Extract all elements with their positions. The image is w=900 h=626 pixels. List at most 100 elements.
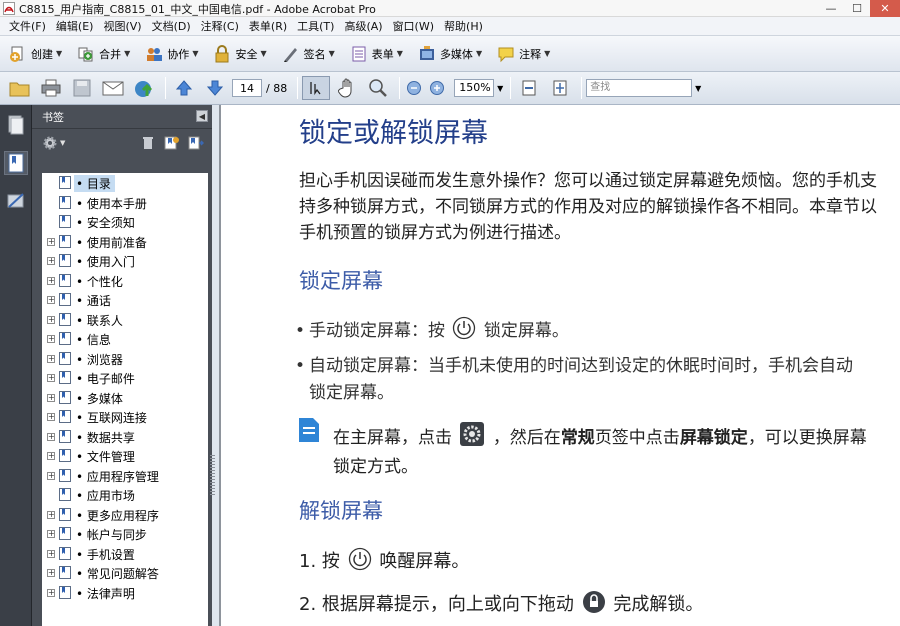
bookmark-item[interactable]: + • 文件管理 (42, 446, 208, 466)
chevron-left-icon: ◀ (198, 111, 206, 121)
close-button[interactable]: ✕ (870, 0, 900, 17)
expand-toggle-icon[interactable]: + (47, 374, 55, 382)
bookmark-item[interactable]: + • 使用入门 (42, 251, 208, 271)
collapse-panel-button[interactable]: ◀ (196, 110, 208, 122)
bookmark-item[interactable]: • 安全须知 (42, 212, 208, 232)
select-tool-button[interactable] (302, 76, 331, 100)
expand-toggle-icon[interactable]: + (47, 588, 55, 597)
expand-toggle-icon[interactable]: + (47, 432, 55, 441)
next-page-button[interactable] (201, 76, 229, 100)
bookmark-item[interactable]: + • 个性化 (42, 271, 208, 291)
bookmark-item[interactable]: + • 联系人 (42, 310, 208, 330)
multimedia-button[interactable]: 多媒体 ▼ (413, 40, 486, 68)
expand-toggle-icon[interactable]: + (47, 335, 55, 343)
bookmark-item[interactable]: • 目录 (42, 173, 208, 193)
bookmark-item[interactable]: + • 帐户与同步 (42, 524, 208, 544)
fit-page-button[interactable] (546, 76, 574, 100)
folder-icon (9, 82, 30, 97)
expand-toggle-icon[interactable]: + (47, 237, 55, 246)
expand-toggle-icon[interactable]: + (47, 452, 55, 460)
expand-toggle-icon[interactable]: + (47, 296, 55, 304)
save-button[interactable] (68, 76, 96, 100)
expand-toggle-icon[interactable]: + (47, 393, 55, 402)
zoom-in-icon (430, 81, 445, 95)
bookmark-item[interactable]: + • 多媒体 (42, 388, 208, 408)
bookmark-icon (59, 234, 71, 248)
zoom-out-icon (407, 81, 422, 95)
bookmark-item[interactable]: + • 互联网连接 (42, 407, 208, 427)
fit-width-button[interactable] (515, 76, 543, 100)
maximize-button[interactable]: ☐ (844, 0, 870, 17)
expand-toggle-icon[interactable]: + (47, 315, 55, 324)
collaborate-button[interactable]: 协作 ▼ (140, 40, 202, 68)
bookmark-item[interactable]: + • 使用前准备 (42, 232, 208, 252)
bookmark-icon (59, 312, 71, 326)
expand-toggle-icon[interactable]: + (47, 471, 55, 480)
bookmark-item[interactable]: • 应用市场 (42, 485, 208, 505)
delete-bookmark-button[interactable] (138, 134, 158, 152)
navigation-toolbar: / 88 150% ▼ 查找 ▼ (0, 72, 900, 105)
bookmark-item[interactable]: + • 通话 (42, 290, 208, 310)
expand-toggle-icon[interactable]: + (47, 354, 55, 363)
panel-resize-grip[interactable] (210, 455, 215, 497)
combine-icon (76, 44, 96, 64)
zoom-tool-button[interactable] (364, 76, 392, 100)
menu-document[interactable]: 文档(D) (147, 18, 196, 34)
sign-button[interactable]: 签名 ▼ (277, 40, 339, 68)
menu-tools[interactable]: 工具(T) (292, 18, 339, 34)
menu-window[interactable]: 窗口(W) (388, 18, 439, 34)
pen-icon (281, 44, 301, 64)
email-button[interactable] (99, 76, 127, 100)
bookmarks-panel-button[interactable] (4, 151, 28, 175)
expand-toggle-icon[interactable]: + (47, 257, 55, 265)
print-button[interactable] (37, 76, 65, 100)
new-bookmark-button[interactable] (162, 134, 182, 152)
expand-bookmark-button[interactable] (186, 134, 206, 152)
expand-toggle-icon[interactable]: + (47, 549, 55, 558)
expand-toggle-icon[interactable]: + (47, 510, 55, 519)
bookmark-item[interactable]: + • 手机设置 (42, 544, 208, 564)
menu-help[interactable]: 帮助(H) (439, 18, 488, 34)
bookmark-item[interactable]: + • 浏览器 (42, 349, 208, 369)
lock-screen-heading: 锁定屏幕 (299, 269, 383, 293)
find-dropdown[interactable]: ▼ (692, 79, 704, 97)
comment-button[interactable]: 注释 ▼ (492, 40, 554, 68)
bookmark-item[interactable]: + • 数据共享 (42, 427, 208, 447)
upload-button[interactable] (130, 76, 158, 100)
expand-toggle-icon[interactable]: + (47, 276, 55, 285)
pages-panel-button[interactable] (4, 113, 28, 137)
options-button[interactable]: ▼ (42, 135, 65, 151)
expand-toggle-icon[interactable]: + (47, 569, 55, 577)
menu-view[interactable]: 视图(V) (98, 18, 146, 34)
bookmark-item[interactable]: + • 更多应用程序 (42, 505, 208, 525)
signatures-panel-button[interactable] (4, 189, 28, 213)
security-button[interactable]: 安全 ▼ (208, 40, 270, 68)
hand-tool-button[interactable] (333, 76, 361, 100)
bookmark-item[interactable]: + • 常见问题解答 (42, 563, 208, 583)
page-number-input[interactable] (232, 79, 262, 97)
zoom-out-button[interactable] (404, 76, 424, 100)
minimize-button[interactable]: — (818, 0, 844, 17)
bookmark-item[interactable]: + • 应用程序管理 (42, 466, 208, 486)
bookmark-item[interactable]: + • 信息 (42, 329, 208, 349)
previous-page-button[interactable] (170, 76, 198, 100)
menu-forms[interactable]: 表单(R) (244, 18, 292, 34)
menu-comments[interactable]: 注释(C) (196, 18, 244, 34)
menu-edit[interactable]: 编辑(E) (51, 18, 99, 34)
expand-toggle-icon[interactable]: + (47, 413, 55, 421)
zoom-level-field[interactable]: 150% (454, 79, 495, 97)
zoom-dropdown[interactable]: ▼ (494, 79, 506, 97)
note-mid: ，然后在 (492, 428, 561, 448)
bookmark-item[interactable]: + • 法律声明 (42, 583, 208, 603)
bookmark-item[interactable]: + • 电子邮件 (42, 368, 208, 388)
zoom-in-button[interactable] (427, 76, 447, 100)
create-button[interactable]: 创建 ▼ (4, 40, 66, 68)
forms-button[interactable]: 表单 ▼ (345, 40, 407, 68)
bookmark-item[interactable]: • 使用本手册 (42, 193, 208, 213)
menu-file[interactable]: 文件(F) (4, 18, 51, 34)
expand-toggle-icon[interactable]: + (47, 530, 55, 538)
open-button[interactable] (6, 76, 34, 100)
find-input[interactable]: 查找 (586, 79, 693, 97)
menu-advanced[interactable]: 高级(A) (339, 18, 387, 34)
combine-button[interactable]: 合并 ▼ (72, 40, 134, 68)
